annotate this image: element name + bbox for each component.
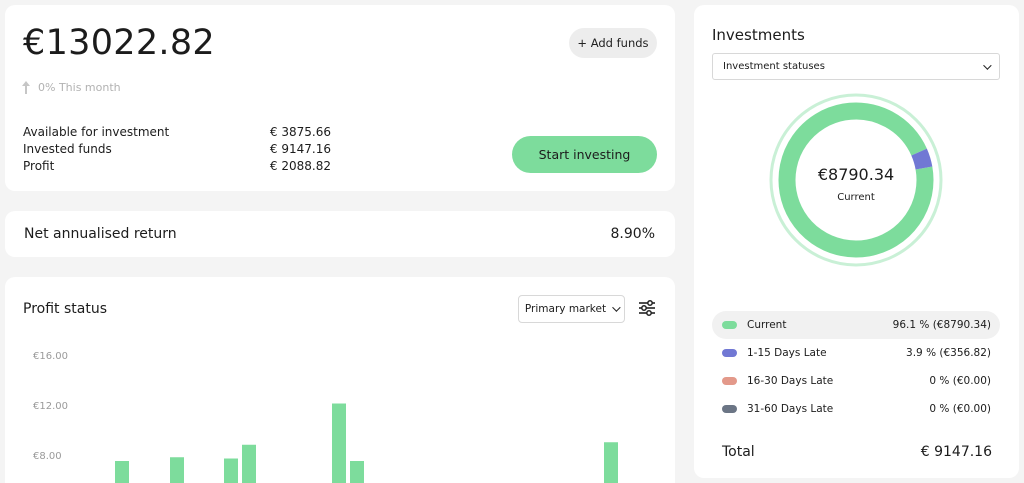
total-label: Total [722,444,755,460]
y-tick-label: €8.00 [33,451,62,462]
investments-card: Investments Investment statuses €8790.34… [694,5,1019,478]
legend-value: 3.9 % (€356.82) [906,347,991,359]
summary-label: Invested funds [23,142,112,156]
legend-label: 31-60 Days Late [747,403,834,415]
summary-label: Profit [23,159,55,173]
legend-item-1-15-days-late[interactable]: 1-15 Days Late 3.9 % (€356.82) [712,339,1000,367]
profit-status-title: Profit status [23,301,107,317]
legend-item-current[interactable]: Current 96.1 % (€8790.34) [712,311,1000,339]
profit-bar[interactable] [332,403,346,483]
legend-item-31-60-days-late[interactable]: 31-60 Days Late 0 % (€0.00) [712,395,1000,423]
legend-label: 16-30 Days Late [747,375,834,387]
profit-bar[interactable] [170,457,184,483]
legend-item-16-30-days-late[interactable]: 16-30 Days Late 0 % (€0.00) [712,367,1000,395]
legend-value: 96.1 % (€8790.34) [892,319,991,331]
profit-bar[interactable] [242,444,256,483]
profit-bar[interactable] [350,461,364,483]
summary-value: € 3875.66 [269,125,331,139]
summary-row-invested: Invested funds € 9147.16 [23,142,331,156]
summary-value: € 2088.82 [269,159,331,173]
legend-swatch [722,377,737,385]
month-change: 0% This month [22,81,121,94]
donut-amount: €8790.34 [818,165,894,184]
arrow-up-icon [22,81,30,94]
net-return-label: Net annualised return [24,226,177,242]
balance-card: €13022.82 + Add funds 0% This month Avai… [5,5,675,191]
market-select[interactable]: Primary market [518,295,625,323]
balance-amount: €13022.82 [23,23,215,63]
legend-swatch [722,349,737,357]
summary-row-profit: Profit € 2088.82 [23,159,331,173]
legend-swatch [722,405,737,413]
net-return-value: 8.90% [610,226,655,242]
investment-donut-chart: €8790.34 Current [769,93,943,267]
legend-label: 1-15 Days Late [747,347,827,359]
month-change-text: 0% This month [38,81,121,94]
summary-label: Available for investment [23,125,170,139]
profit-bar[interactable] [115,461,129,483]
investments-total: Total € 9147.16 [722,444,992,460]
legend-swatch [722,321,737,329]
profit-status-card: €16.00 €12.00 €8.00 Profit status Primary … [5,277,675,483]
donut-label: Current [837,192,875,203]
chevron-down-icon [612,303,621,312]
y-tick-label: €12.00 [33,401,68,412]
legend-label: Current [747,319,787,331]
profit-bar[interactable] [604,442,618,483]
filter-sliders-icon[interactable] [638,299,656,317]
total-value: € 9147.16 [920,444,992,460]
summary-row-available: Available for investment € 3875.66 [23,125,331,139]
start-investing-button[interactable]: Start investing [512,136,657,173]
legend-value: 0 % (€0.00) [929,403,991,415]
legend-value: 0 % (€0.00) [929,375,991,387]
add-funds-button[interactable]: + Add funds [569,28,657,58]
y-tick-label: €16.00 [33,351,68,362]
market-select-value: Primary market [524,303,607,315]
summary-value: € 9147.16 [269,142,331,156]
profit-bar[interactable] [224,458,238,483]
net-return-card: Net annualised return 8.90% [5,211,675,257]
